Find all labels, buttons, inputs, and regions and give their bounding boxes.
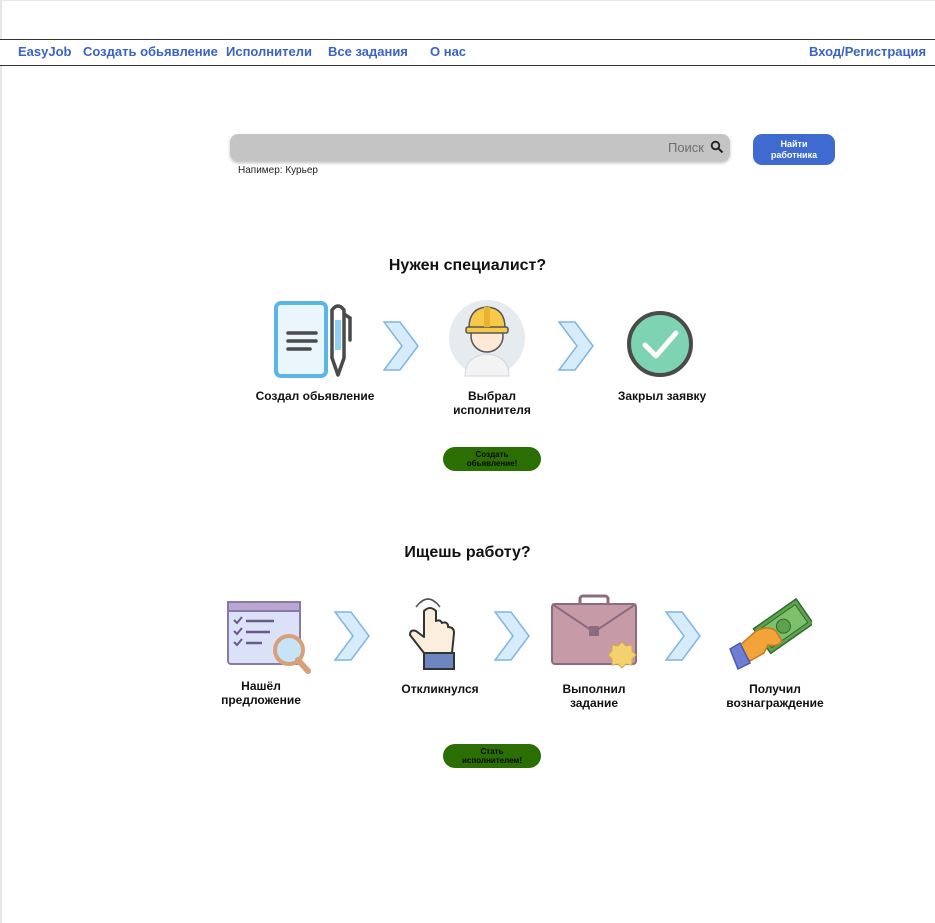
search-hint: Напимер: Курьер [238, 165, 318, 176]
step-label-found-offer: Нашёл предложение [221, 679, 301, 707]
employer-section-title: Нужен специалист? [388, 257, 547, 274]
search-icon[interactable] [710, 140, 724, 154]
search-label: Поиск [667, 140, 704, 155]
check-circle-icon [627, 311, 693, 377]
step-label-completed-task: Выполнил задание [562, 682, 626, 710]
nav-create-ad[interactable]: Создать обьявление [83, 44, 218, 59]
login-register-link[interactable]: Вход/Регистрация [809, 44, 926, 59]
step-label-responded: Откликнулся [401, 682, 479, 696]
nav-all-tasks[interactable]: Все задания [328, 44, 408, 59]
worker-helmet-icon [449, 300, 525, 377]
chevron-right-icon [664, 611, 701, 661]
brand-logo-link[interactable]: EasyJob [18, 44, 71, 59]
step-label-created-ad: Создал обьявление [255, 389, 375, 403]
page-border-top [0, 0, 935, 1]
search-input[interactable] [238, 134, 658, 161]
page-border-left [0, 0, 2, 923]
worker-section-title: Ищешь работу? [404, 544, 531, 561]
search-bar: Поиск [230, 134, 730, 161]
pointing-hand-icon [409, 598, 455, 670]
nav-performers[interactable]: Исполнители [226, 44, 312, 59]
nav-about[interactable]: О нас [430, 44, 466, 59]
chevron-right-icon [557, 321, 594, 371]
list-search-icon [227, 601, 311, 674]
document-pen-icon [274, 301, 352, 378]
become-performer-button[interactable]: Стать исполнителем! [443, 744, 541, 768]
top-navbar: EasyJob Создать обьявление Исполнители В… [0, 39, 935, 66]
step-label-chose-performer: Выбрал исполнителя [453, 389, 531, 417]
briefcase-icon [551, 594, 637, 669]
step-label-closed-request: Закрыл заявку [617, 389, 707, 403]
create-ad-button[interactable]: Создать обьявление! [443, 447, 541, 471]
hand-money-icon [729, 597, 812, 671]
chevron-right-icon [493, 611, 530, 661]
chevron-right-icon [333, 611, 370, 661]
find-worker-button[interactable]: Найти работника [753, 134, 835, 165]
chevron-right-icon [382, 321, 419, 371]
step-label-got-reward: Получил вознаграждение [726, 682, 824, 710]
